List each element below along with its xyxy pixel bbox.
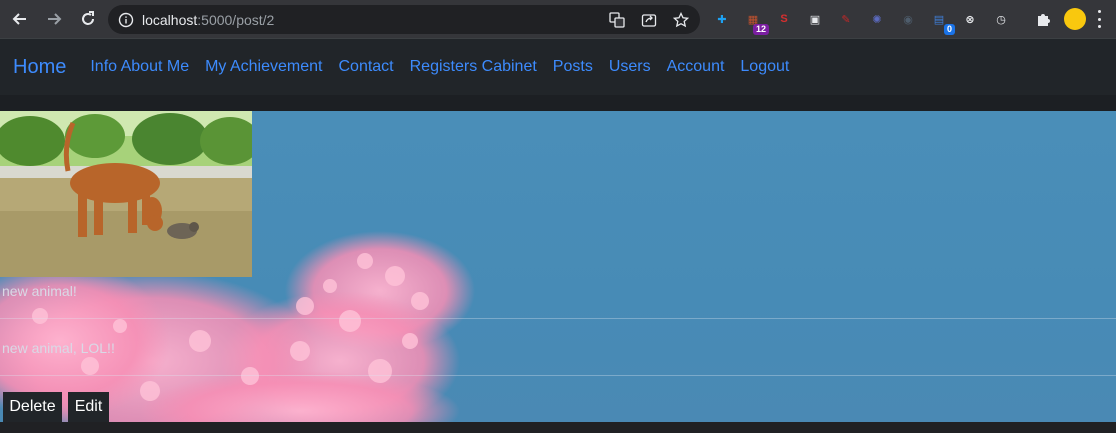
navbar-spacer [0,95,1116,111]
clock-extension-icon[interactable]: ◷ [991,9,1011,29]
post-image [0,111,252,277]
extensions-bar: ✚ ▦ 12 S ▣ ✎ ✺ ◉ ▤ 0 ⊗ ◷ [712,8,1022,35]
nav-link-info-about-me[interactable]: Info About Me [90,58,189,76]
nav-link-posts[interactable]: Posts [553,58,593,76]
post-page-content: new animal! new animal, LOL!! Delete Edi… [0,111,1116,422]
nav-link-contact[interactable]: Contact [338,58,393,76]
forward-arrow-icon[interactable] [42,7,66,31]
info-icon[interactable] [118,12,134,28]
wand-extension-icon[interactable]: ✎ [836,9,856,29]
circle-x-extension-icon[interactable]: ⊗ [960,9,980,29]
plus-extension-icon[interactable]: ✚ [712,9,732,29]
extension-badge: 0 [943,24,955,35]
back-arrow-icon[interactable] [8,7,32,31]
page-footer-strip [0,422,1116,433]
gear-extension-icon[interactable]: ✺ [867,9,887,29]
window-extension-icon[interactable]: ▣ [805,9,825,29]
divider [0,318,1116,319]
browser-toolbar: localhost:5000/post/2 ✚ ▦ 12 S ▣ ✎ ✺ ◉ ▤ 0 ⊗ ◷ [0,0,1116,38]
s-extension-icon[interactable]: S [774,9,794,29]
site-navbar: Home Info About Me My Achievement Contac… [0,38,1116,95]
post-body: new animal, LOL!! [2,340,115,356]
edit-button[interactable]: Edit [68,392,109,422]
divider [0,375,1116,376]
reload-icon[interactable] [76,7,100,31]
bookmark-star-icon[interactable] [672,11,690,29]
nav-link-my-achievement[interactable]: My Achievement [205,58,322,76]
profile-avatar-icon[interactable] [1064,8,1086,30]
kebab-menu-icon[interactable] [1096,10,1102,28]
puzzle-extensions-icon[interactable] [1035,10,1053,28]
translate-icon[interactable] [608,11,626,29]
share-icon[interactable] [640,11,658,29]
delete-button[interactable]: Delete [3,392,62,422]
address-bar[interactable]: localhost:5000/post/2 [108,5,700,34]
nav-link-logout[interactable]: Logout [740,58,789,76]
folder-extension-icon[interactable]: ▦ 12 [743,9,769,35]
url-text: localhost:5000/post/2 [142,11,275,28]
nav-link-registers-cabinet[interactable]: Registers Cabinet [410,58,537,76]
nav-link-users[interactable]: Users [609,58,651,76]
doc-extension-icon[interactable]: ▤ 0 [929,9,955,35]
nav-link-account[interactable]: Account [667,58,725,76]
spy-extension-icon[interactable]: ◉ [898,9,918,29]
extension-badge: 12 [752,24,769,35]
navbar-brand-home[interactable]: Home [13,56,66,79]
post-title: new animal! [2,283,77,299]
